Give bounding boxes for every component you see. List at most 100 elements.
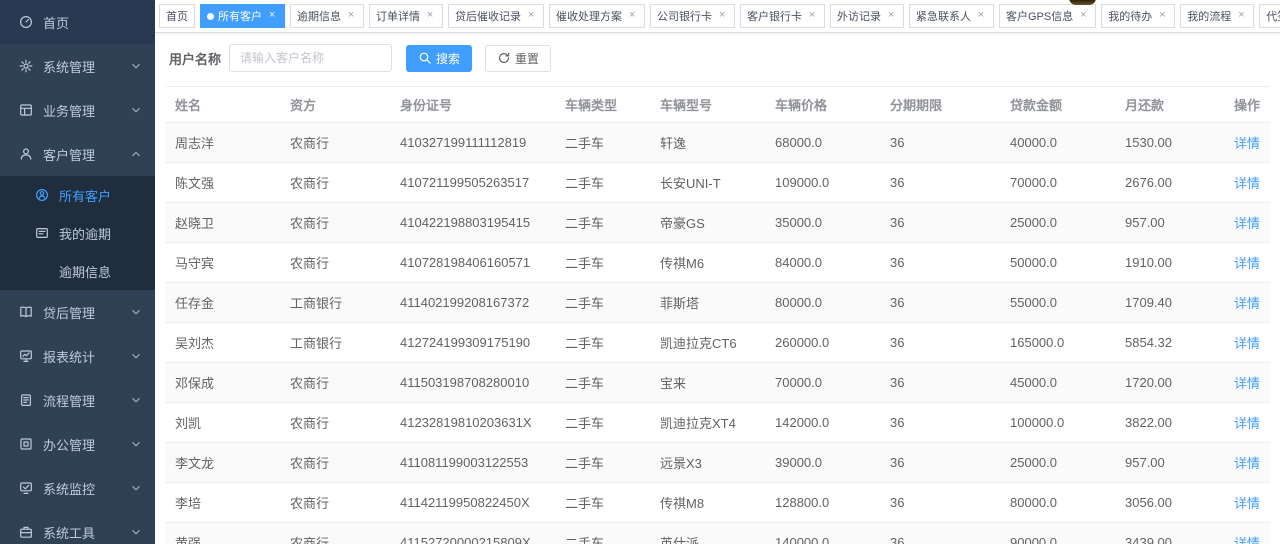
cell-installment-term: 36 (880, 323, 1000, 363)
sidebar-item[interactable]: 我的逾期 (0, 214, 155, 252)
tab-close-icon[interactable]: × (424, 10, 436, 22)
cell-vehicle-price: 68000.0 (765, 123, 880, 163)
cell-id-number: 410728198406160571 (390, 243, 555, 283)
chevron-down-icon (129, 393, 143, 407)
tab[interactable]: 催收处理方案 × (549, 4, 645, 28)
sidebar-item[interactable]: 系统工具 (0, 510, 155, 544)
cell-installment-term: 36 (880, 283, 1000, 323)
tab[interactable]: 外访记录 × (830, 4, 904, 28)
sidebar-item-label: 所有客户 (59, 186, 143, 205)
tab-close-icon[interactable]: × (525, 10, 537, 22)
cell-name: 李培 (165, 483, 280, 523)
detail-link[interactable]: 详情 (1234, 136, 1260, 151)
content-panel: 用户名称 搜索 重置 (155, 33, 1280, 544)
cell-vehicle-model: 轩逸 (650, 123, 765, 163)
detail-link[interactable]: 详情 (1234, 216, 1260, 231)
table-row: 李文龙 农商行 411081199003122553 二手车 远景X3 3900… (165, 443, 1270, 483)
tab[interactable]: 贷后催收记录 × (448, 4, 544, 28)
tab-close-icon[interactable]: × (716, 10, 728, 22)
tab[interactable]: 代签任务 × (1259, 4, 1280, 28)
sidebar-item[interactable]: 贷后管理 (0, 290, 155, 334)
reset-button[interactable]: 重置 (485, 45, 551, 72)
sidebar-item[interactable]: 逾期信息 (0, 252, 155, 290)
tab[interactable]: 订单详情 × (369, 4, 443, 28)
tab[interactable]: 紧急联系人 × (909, 4, 994, 28)
sidebar-item[interactable]: 客户管理 (0, 132, 155, 176)
tab-close-icon[interactable]: × (266, 10, 278, 22)
sidebar-item[interactable]: 报表统计 (0, 334, 155, 378)
tab-label: 外访记录 (837, 8, 881, 24)
detail-link[interactable]: 详情 (1234, 536, 1260, 544)
cell-monthly-payment: 957.00 (1115, 203, 1210, 243)
table-row: 任存金 工商银行 411402199208167372 二手车 菲斯塔 8000… (165, 283, 1270, 323)
reset-button-label: 重置 (515, 50, 539, 67)
cell-actions: 详情 (1210, 483, 1270, 523)
cell-vehicle-price: 260000.0 (765, 323, 880, 363)
table-row: 周志洋 农商行 410327199111112819 二手车 轩逸 68000.… (165, 123, 1270, 163)
chevron-down-icon (129, 525, 143, 539)
detail-link[interactable]: 详情 (1234, 256, 1260, 271)
sidebar-item-label: 流程管理 (43, 391, 129, 410)
tab-close-icon[interactable]: × (1235, 10, 1247, 22)
tab-close-icon[interactable]: × (885, 10, 897, 22)
tab[interactable]: 客户GPS信息 × (999, 4, 1096, 28)
sidebar-item-label: 报表统计 (43, 347, 129, 366)
cell-name: 邓保成 (165, 363, 280, 403)
app-root: 首页 系统管理 业务管理 客户管理 所有客户 (0, 0, 1280, 544)
cell-vehicle-model: 传祺M8 (650, 483, 765, 523)
tab[interactable]: 公司银行卡 × (650, 4, 735, 28)
tab-close-icon[interactable]: × (975, 10, 987, 22)
customers-table: 姓名资方身份证号车辆类型车辆型号车辆价格分期期限贷款金额月还款操作 周志洋 农商… (165, 86, 1270, 544)
chevron-down-icon (129, 437, 143, 451)
chevron-down-icon (129, 481, 143, 495)
tab[interactable]: 客户银行卡 × (740, 4, 825, 28)
cell-loan-amount: 25000.0 (1000, 203, 1115, 243)
tab[interactable]: 逾期信息 × (290, 4, 364, 28)
tab-close-icon[interactable]: × (806, 10, 818, 22)
detail-link[interactable]: 详情 (1234, 376, 1260, 391)
cell-id-number: 411081199003122553 (390, 443, 555, 483)
cell-vehicle-price: 109000.0 (765, 163, 880, 203)
sidebar-item[interactable]: 首页 (0, 0, 155, 44)
detail-link[interactable]: 详情 (1234, 496, 1260, 511)
sidebar-item[interactable]: 流程管理 (0, 378, 155, 422)
customers-icon (33, 187, 50, 203)
active-tab-dot (207, 13, 214, 20)
cell-funder: 农商行 (280, 243, 390, 283)
sidebar-item[interactable]: 系统监控 (0, 466, 155, 510)
tab-close-icon[interactable]: × (626, 10, 638, 22)
customer-name-input[interactable] (229, 44, 392, 72)
tab[interactable]: 所有客户 × (200, 4, 285, 28)
sidebar-item[interactable]: 所有客户 (0, 176, 155, 214)
cell-vehicle-type: 二手车 (555, 403, 650, 443)
detail-link[interactable]: 详情 (1234, 416, 1260, 431)
column-header: 资方 (280, 87, 390, 123)
overdue-icon (33, 225, 50, 241)
detail-link[interactable]: 详情 (1234, 296, 1260, 311)
tab[interactable]: 我的流程 × (1180, 4, 1254, 28)
sidebar-item[interactable]: 办公管理 (0, 422, 155, 466)
tab-close-icon[interactable]: × (1156, 10, 1168, 22)
cell-installment-term: 36 (880, 483, 1000, 523)
column-header: 贷款金额 (1000, 87, 1115, 123)
tab[interactable]: 首页 × (159, 4, 195, 28)
detail-link[interactable]: 详情 (1234, 456, 1260, 471)
cell-installment-term: 36 (880, 203, 1000, 243)
cell-name: 李文龙 (165, 443, 280, 483)
cell-vehicle-type: 二手车 (555, 163, 650, 203)
detail-link[interactable]: 详情 (1234, 336, 1260, 351)
cell-monthly-payment: 957.00 (1115, 443, 1210, 483)
cell-id-number: 410327199111112819 (390, 123, 555, 163)
sidebar-item[interactable]: 系统管理 (0, 44, 155, 88)
detail-link[interactable]: 详情 (1234, 176, 1260, 191)
table-row: 黄强 农商行 41152720000215809X 二手车 英仕派 140000… (165, 523, 1270, 544)
cell-vehicle-model: 凯迪拉克CT6 (650, 323, 765, 363)
tab[interactable]: 我的待办 × (1101, 4, 1175, 28)
sidebar-item[interactable]: 业务管理 (0, 88, 155, 132)
tab-close-icon[interactable]: × (1077, 10, 1089, 22)
avatar-fragment (1069, 0, 1096, 5)
tab-close-icon[interactable]: × (345, 10, 357, 22)
sidebar-item-label: 系统工具 (43, 523, 129, 542)
cell-actions: 详情 (1210, 363, 1270, 403)
search-button[interactable]: 搜索 (406, 45, 472, 72)
